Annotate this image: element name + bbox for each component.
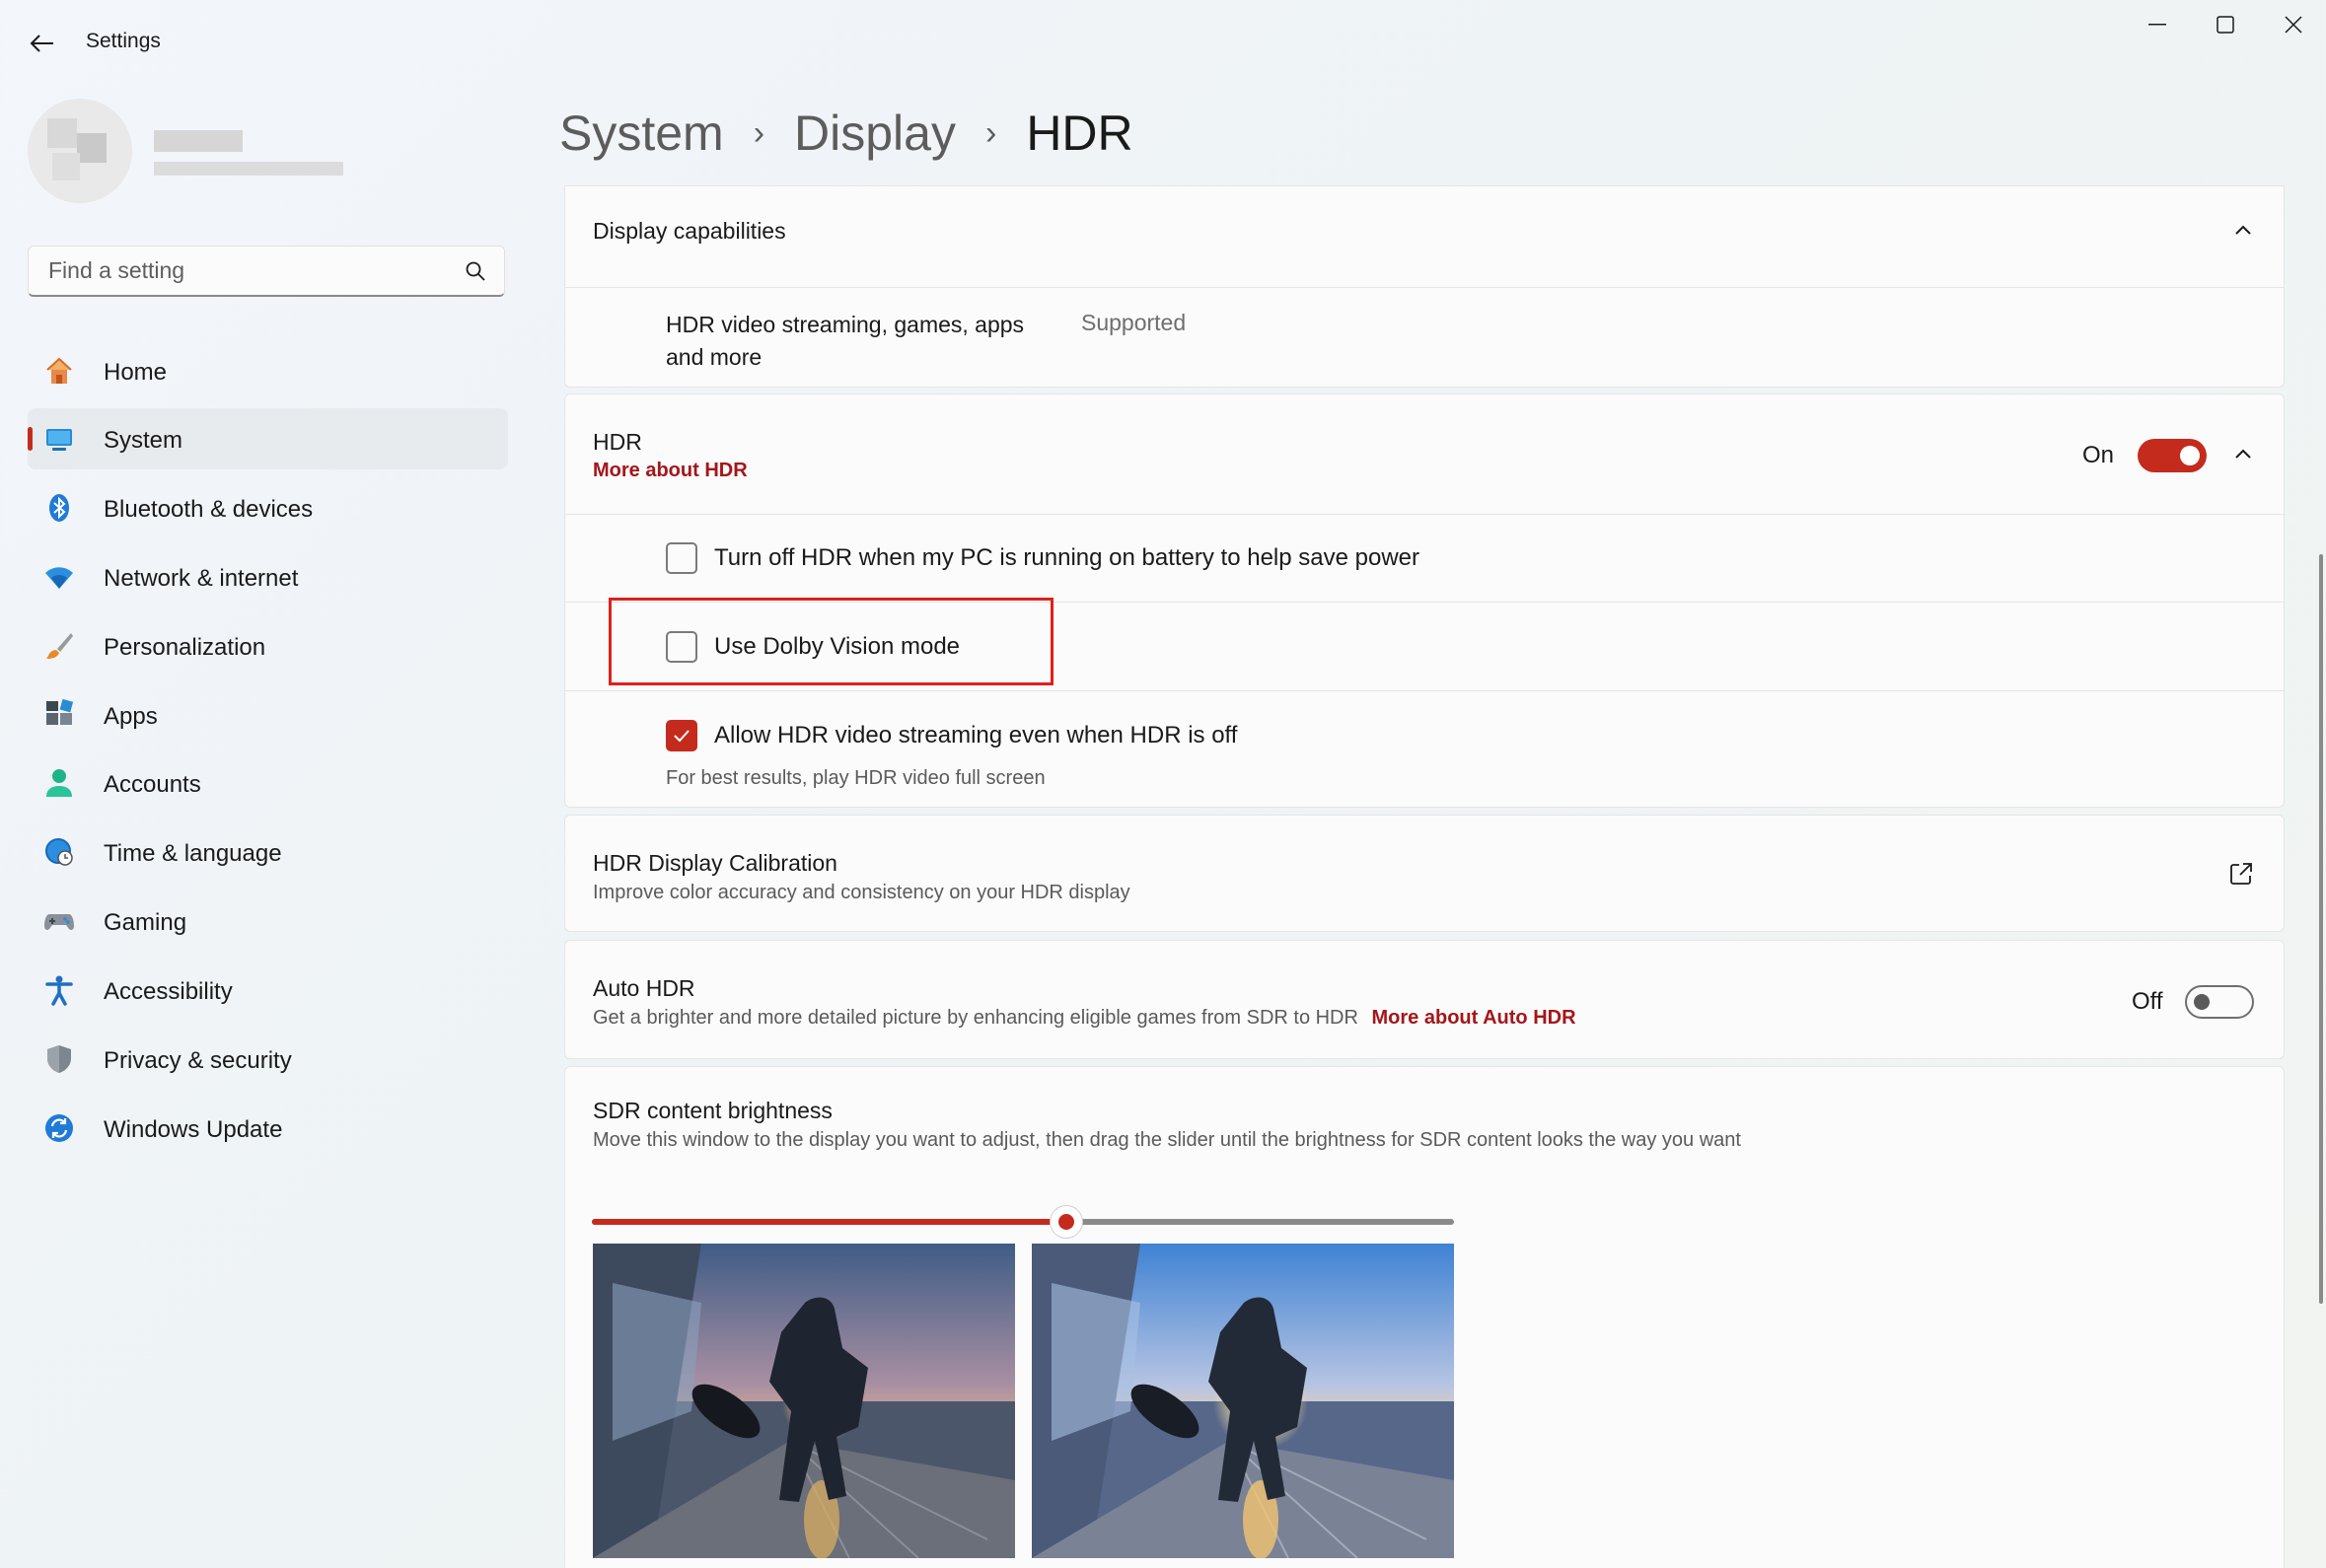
avatar[interactable] (28, 99, 132, 203)
hdr-title: HDR (593, 429, 642, 455)
maximize-icon (2216, 16, 2234, 34)
sdr-brightness-slider[interactable] (592, 1206, 1454, 1238)
sidebar-item-label: Home (104, 359, 168, 386)
chevron-up-icon[interactable] (2228, 216, 2258, 246)
shield-icon (47, 1045, 71, 1073)
wifi-icon (45, 567, 73, 589)
search-icon (466, 261, 485, 281)
page-title: HDR (1026, 106, 1133, 161)
accounts-icon (46, 769, 72, 797)
sidebar-item-label: Accounts (104, 771, 201, 798)
user-name-redacted (154, 130, 243, 152)
sidebar-item-label: Gaming (104, 909, 187, 936)
update-icon (45, 1114, 73, 1142)
time-language-icon (45, 838, 73, 866)
sidebar-item-label: Accessibility (104, 978, 233, 1005)
capability-label: HDR video streaming, games, apps and mor… (666, 312, 1025, 370)
active-indicator (28, 427, 33, 451)
sidebar-item-accounts[interactable]: Accounts (28, 752, 508, 814)
brush-icon (46, 633, 73, 659)
sidebar-item-accessibility[interactable]: Accessibility (28, 960, 508, 1021)
sidebar-item-label: Personalization (104, 634, 266, 661)
minimize-button[interactable] (2123, 0, 2191, 49)
slider-thumb[interactable] (1050, 1206, 1082, 1238)
app-title: Settings (86, 30, 161, 52)
sdr-subtitle: Move this window to the display you want… (593, 1129, 1741, 1151)
apps-icon (46, 699, 74, 725)
close-button[interactable] (2259, 0, 2326, 49)
external-link-icon (2230, 863, 2252, 885)
sidebar-item-time-language[interactable]: Time & language (28, 821, 508, 883)
capabilities-title: Display capabilities (593, 218, 786, 244)
sidebar-item-label: Windows Update (104, 1116, 283, 1143)
breadcrumb-system[interactable]: System (559, 105, 724, 162)
checkmark-icon (674, 730, 690, 743)
calibration-title: HDR Display Calibration (593, 850, 837, 876)
sdr-title: SDR content brightness (593, 1098, 833, 1123)
breadcrumb: System › Display › HDR (559, 99, 1133, 168)
display-capabilities-card: Display capabilities HDR video streaming… (564, 185, 2285, 388)
sidebar-item-home[interactable]: Home (28, 340, 508, 401)
close-icon (2284, 16, 2302, 34)
hdr-calibration-card[interactable]: HDR Display Calibration Improve color ac… (564, 815, 2285, 932)
search-input[interactable] (46, 256, 445, 285)
sidebar-item-network[interactable]: Network & internet (28, 546, 508, 607)
auto-hdr-subtitle-row: Get a brighter and more detailed picture… (593, 1007, 1576, 1030)
gaming-icon (44, 914, 74, 930)
search-box[interactable] (28, 246, 505, 297)
breadcrumb-display[interactable]: Display (794, 105, 956, 162)
sidebar-item-label: Bluetooth & devices (104, 496, 314, 523)
sidebar-item-gaming[interactable]: Gaming (28, 891, 508, 952)
system-icon (46, 429, 72, 451)
auto-hdr-subtitle: Get a brighter and more detailed picture… (593, 1007, 1358, 1029)
hdr-streaming-hint: For best results, play HDR video full sc… (666, 767, 1046, 789)
auto-hdr-state-label: Off (2132, 988, 2163, 1015)
sidebar-item-label: Time & language (104, 840, 282, 867)
user-email-redacted (154, 162, 343, 176)
minimize-icon (2147, 24, 2166, 26)
back-arrow-icon (30, 35, 53, 52)
scrollbar[interactable] (2319, 554, 2323, 1304)
battery-hdr-label: Turn off HDR when my PC is running on ba… (714, 544, 1420, 571)
sidebar-item-label: Privacy & security (104, 1047, 292, 1074)
sidebar-item-windows-update[interactable]: Windows Update (28, 1098, 508, 1159)
sidebar-item-personalization[interactable]: Personalization (28, 615, 508, 677)
chevron-up-icon[interactable] (2228, 440, 2258, 469)
home-icon (46, 357, 72, 384)
more-about-auto-hdr-link[interactable]: More about Auto HDR (1372, 1007, 1576, 1029)
calibration-subtitle: Improve color accuracy and consistency o… (593, 882, 1130, 903)
sidebar-item-label: Apps (104, 703, 158, 730)
sdr-preview-image (593, 1244, 1015, 1558)
sidebar-item-label: Network & internet (104, 565, 299, 592)
battery-hdr-checkbox[interactable] (666, 542, 697, 574)
more-about-hdr-link[interactable]: More about HDR (593, 460, 748, 482)
sidebar-item-privacy[interactable]: Privacy & security (28, 1029, 508, 1090)
back-button[interactable] (20, 22, 63, 65)
title-bar: Settings (0, 0, 2326, 87)
breadcrumb-separator-icon: › (753, 113, 765, 152)
capability-value: Supported (1081, 310, 1187, 335)
hdr-state-label: On (2082, 442, 2115, 468)
auto-hdr-toggle[interactable] (2185, 985, 2254, 1019)
sidebar-item-label: System (104, 427, 183, 454)
auto-hdr-card: Auto HDR Get a brighter and more detaile… (564, 940, 2285, 1059)
breadcrumb-separator-icon: › (984, 113, 997, 152)
hdr-preview-image (1032, 1244, 1454, 1558)
hdr-streaming-checkbox[interactable] (666, 720, 697, 751)
sidebar-item-system[interactable]: System (28, 408, 508, 469)
maximize-button[interactable] (2191, 0, 2259, 49)
bluetooth-icon (49, 494, 69, 522)
sidebar-item-bluetooth[interactable]: Bluetooth & devices (28, 477, 508, 538)
hdr-streaming-label: Allow HDR video streaming even when HDR … (714, 722, 1238, 748)
auto-hdr-title: Auto HDR (593, 975, 695, 1001)
dolby-highlight-box (609, 598, 1054, 685)
hdr-toggle[interactable] (2138, 439, 2207, 472)
sidebar-item-apps[interactable]: Apps (28, 684, 508, 746)
accessibility-icon (45, 975, 73, 1006)
